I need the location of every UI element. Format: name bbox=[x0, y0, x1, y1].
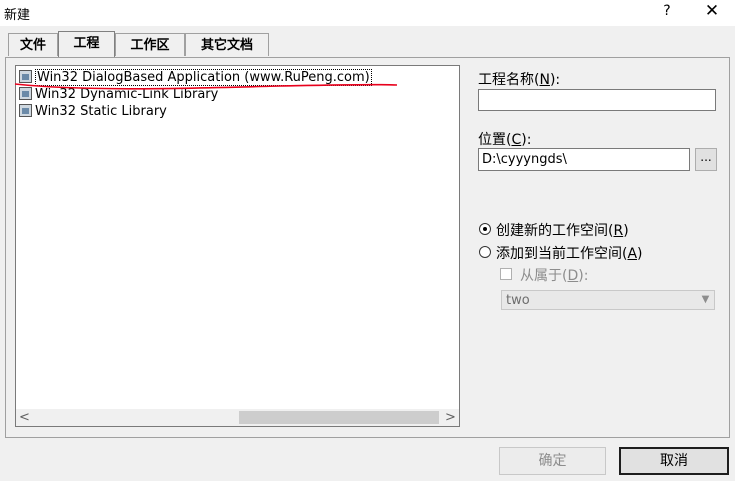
ok-button[interactable]: 确定 bbox=[499, 447, 606, 475]
list-item[interactable]: Win32 Dynamic-Link Library bbox=[19, 86, 218, 103]
add-to-workspace-label[interactable]: 添加到当前工作空间(A) bbox=[496, 243, 643, 263]
tab-file[interactable]: 文件 bbox=[8, 33, 58, 56]
dependency-select[interactable]: two ▼ bbox=[501, 290, 715, 310]
dependency-select-value: two bbox=[506, 293, 530, 308]
list-item[interactable]: Win32 DialogBased Application (www.RuPen… bbox=[19, 69, 372, 86]
browse-button[interactable]: ... bbox=[695, 148, 717, 171]
cancel-button[interactable]: 取消 bbox=[619, 447, 729, 475]
dependency-label: 从属于(D): bbox=[520, 268, 589, 284]
dialog-app-icon bbox=[19, 70, 32, 83]
tab-workspace[interactable]: 工作区 bbox=[115, 33, 185, 56]
window-title: 新建 bbox=[4, 8, 31, 23]
project-name-input[interactable] bbox=[478, 89, 716, 111]
add-to-workspace-radio[interactable] bbox=[479, 246, 491, 258]
title-bar: 新建 ? ✕ bbox=[0, 0, 735, 26]
location-label: 位置(C): bbox=[478, 132, 532, 148]
project-type-list[interactable]: Win32 DialogBased Application (www.RuPen… bbox=[15, 65, 460, 427]
list-item[interactable]: Win32 Static Library bbox=[19, 103, 167, 120]
scroll-right-icon[interactable]: > bbox=[442, 409, 459, 426]
tab-project[interactable]: 工程 bbox=[58, 31, 115, 57]
location-input[interactable] bbox=[478, 148, 690, 171]
close-button[interactable]: ✕ bbox=[700, 1, 724, 21]
scroll-thumb[interactable] bbox=[239, 411, 439, 424]
create-new-workspace-radio[interactable] bbox=[479, 223, 491, 235]
chevron-down-icon[interactable]: ▼ bbox=[697, 291, 714, 309]
help-button[interactable]: ? bbox=[657, 3, 677, 19]
tab-other-documents[interactable]: 其它文档 bbox=[185, 33, 269, 56]
horizontal-scrollbar[interactable]: < > bbox=[16, 409, 459, 426]
project-name-label: 工程名称(N): bbox=[478, 72, 561, 88]
scroll-left-icon[interactable]: < bbox=[16, 409, 33, 426]
static-lib-icon bbox=[19, 104, 32, 117]
dll-icon bbox=[19, 87, 32, 100]
create-new-workspace-label[interactable]: 创建新的工作空间(R) bbox=[496, 220, 629, 240]
dependency-checkbox[interactable] bbox=[500, 268, 512, 280]
